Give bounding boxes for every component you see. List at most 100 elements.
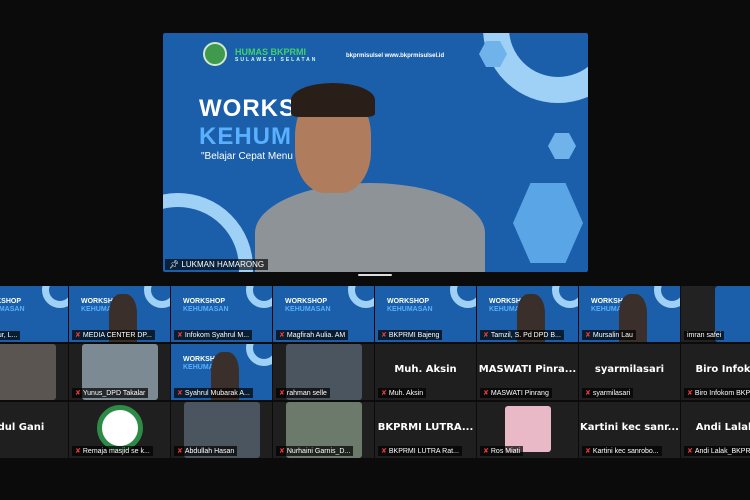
- participant-name-label: ✘ BKPRMI Bajeng: [378, 330, 443, 340]
- mic-muted-icon: ✘: [279, 448, 285, 455]
- participant-name-label: ✘ Biro Infokom BKP: [684, 388, 750, 398]
- participant-tile[interactable]: ✘ Yunus_DPD Takalar: [69, 344, 170, 400]
- humas-logo: HUMAS BKPRMI SULAWESI SELATAN: [235, 47, 318, 63]
- participant-name-label: ✘ Syahrul Mubarak A...: [174, 388, 253, 398]
- participant-name-label: imran safei: [684, 331, 725, 340]
- participant-name-label: ✘ Tamzil, S. Pd DPD B...: [480, 330, 564, 340]
- mic-muted-icon: ✘: [585, 332, 591, 339]
- mic-muted-icon: ✘: [75, 332, 81, 339]
- participant-tile[interactable]: WORKSHOP KEHUMASAN r Mansyur, L...: [0, 286, 68, 342]
- org-logo: [203, 42, 227, 66]
- participant-name-label: ✘ Andi Lalak_BKPR: [684, 446, 750, 456]
- participant-name-label: ✘ BKPRMI LUTRA Rat...: [378, 446, 462, 456]
- decor-ring: [348, 286, 374, 308]
- participant-video: [0, 344, 56, 400]
- participant-tile[interactable]: WORKSHOP KEHUMASAN ✘ Tamzil, S. Pd DPD B..…: [477, 286, 578, 342]
- participant-tile[interactable]: BKPRMI LUTRA... ✘ BKPRMI LUTRA Rat...: [375, 402, 476, 458]
- participant-tile[interactable]: ✘ Nurhaini Garnis_D...: [273, 402, 374, 458]
- participant-tile[interactable]: WORKSHOP KEHUMASAN ✘ Magfirah Aulia. AM: [273, 286, 374, 342]
- participant-tile[interactable]: WORKSHOP KEHUMASAN ✘ Infokom Syahrul M...: [171, 286, 272, 342]
- participant-name-label: r Mansyur, L...: [0, 331, 21, 340]
- participant-display-name: Andi Lalak_B: [695, 422, 750, 433]
- mic-muted-icon: ✘: [483, 390, 489, 397]
- participant-tile[interactable]: WORKSHOP KEHUMASAN ✘ BKPRMI Bajeng: [375, 286, 476, 342]
- participant-name-label: ✘ MEDIA CENTER DP...: [72, 330, 155, 340]
- participant-tile[interactable]: WORKSHOP KEHUMASAN ✘ Mursalin Lau: [579, 286, 680, 342]
- decor-ring: [654, 286, 680, 308]
- decor-ring: [42, 286, 68, 308]
- slide-title: WORKSHOP: [387, 298, 429, 305]
- slide-title: WORKSHOP: [0, 298, 21, 305]
- participant-name-label: ✘ rahman selle: [276, 388, 330, 398]
- decor-ring: [552, 286, 578, 308]
- decor-ring: [450, 286, 476, 308]
- participant-tile[interactable]: WORKSHOP KEHUMASAN ✘ Syahrul Mubarak A...: [171, 344, 272, 400]
- participant-name-label: ✘ Ros Miati: [480, 446, 524, 456]
- mic-muted-icon: ✘: [687, 390, 693, 397]
- participant-name-label: ✘ Infokom Syahrul M...: [174, 330, 253, 340]
- participant-tile[interactable]: Muh. Aksin ✘ Muh. Aksin: [375, 344, 476, 400]
- participant-tile[interactable]: ✘ Remaja masjid se k...: [69, 402, 170, 458]
- participant-display-name: syarmilasari: [594, 364, 665, 375]
- participant-tile[interactable]: Biro Infokom ✘Biro Infokom BKP: [681, 344, 750, 400]
- slide-title: WORKSHOP: [285, 298, 327, 305]
- participant-name-label: ✘ syarmilasari: [582, 388, 634, 398]
- participant-name-label: ✘ Muh. Aksin: [378, 388, 427, 398]
- mic-muted-icon: ✘: [381, 448, 387, 455]
- decor-ring: [246, 286, 272, 308]
- decor-ring: [246, 344, 272, 366]
- mic-muted-icon: ✘: [483, 448, 489, 455]
- active-speaker-video[interactable]: HUMAS BKPRMI SULAWESI SELATAN bkprmisulse…: [163, 33, 588, 272]
- participant-tile[interactable]: ✘ Ros Miati: [477, 402, 578, 458]
- mic-muted-icon: ✘: [585, 390, 591, 397]
- participant-display-name: Biro Infokom: [695, 364, 750, 375]
- participant-display-name: odul Gani: [0, 422, 45, 433]
- participant-tile[interactable]: odul GaniGani: [0, 402, 68, 458]
- participant-name-label: ✘ Yunus_DPD Takalar: [72, 388, 149, 398]
- mic-muted-icon: ✘: [381, 390, 387, 397]
- participant-tile[interactable]: ✘ rahman selle: [273, 344, 374, 400]
- participant-name-label: ✘ Mursalin Lau: [582, 330, 636, 340]
- remaja-masjid-logo: [97, 405, 143, 451]
- slide-title: WORKSHOP: [183, 298, 225, 305]
- decor-ring: [144, 286, 170, 308]
- participant-tile[interactable]: ✘ Abdullah Hasan: [171, 402, 272, 458]
- participant-name-label: ✘ MASWATI Pinrang: [480, 388, 552, 398]
- resize-handle[interactable]: [358, 274, 392, 276]
- participant-tile[interactable]: MASWATI Pinra... ✘ MASWATI Pinrang: [477, 344, 578, 400]
- participant-tile[interactable]: Andi Lalak_B ✘Andi Lalak_BKPR: [681, 402, 750, 458]
- participant-tile[interactable]: imran safei: [681, 286, 750, 342]
- decor-hex: [513, 183, 583, 263]
- slide-subtitle: KEHUM: [199, 123, 292, 150]
- participant-display-name: Muh. Aksin: [394, 364, 457, 375]
- participant-display-name: MASWATI Pinra...: [478, 364, 577, 375]
- slide-subtitle: KEHUMASAN: [183, 306, 229, 313]
- slide-subtitle: KEHUMASAN: [0, 306, 25, 313]
- speaker-name-label: 📌︎ LUKMAN HAMARONG: [165, 259, 269, 270]
- slide-title: WORKS: [199, 95, 296, 122]
- mic-muted-icon: ✘: [177, 390, 183, 397]
- mic-muted-icon: ✘: [687, 448, 693, 455]
- mic-muted-icon: ✘: [585, 448, 591, 455]
- mic-muted-icon: ✘: [177, 332, 183, 339]
- mic-muted-icon: ✘: [75, 390, 81, 397]
- participant-name-label: ✘ Kartini kec sanrobo...: [582, 446, 662, 456]
- mic-muted-icon: ✘: [279, 390, 285, 397]
- pin-icon: 📌︎: [169, 260, 180, 269]
- participant-display-name: BKPRMI LUTRA...: [377, 422, 474, 433]
- participant-name-label: ✘ Abdullah Hasan: [174, 446, 238, 456]
- participant-tile[interactable]: WORKSHOP KEHUMASAN ✘ MEDIA CENTER DP...: [69, 286, 170, 342]
- slide-subtitle: KEHUMASAN: [285, 306, 331, 313]
- speaker-body: [255, 183, 485, 272]
- participant-name-label: ✘ Remaja masjid se k...: [72, 446, 153, 456]
- participant-tile[interactable]: lah Har: [0, 344, 68, 400]
- mic-muted-icon: ✘: [279, 332, 285, 339]
- participant-display-name: Kartini kec sanr...: [580, 422, 679, 433]
- mic-muted-icon: ✘: [177, 448, 183, 455]
- speaker-hair: [291, 83, 375, 117]
- participant-tile[interactable]: syarmilasari ✘ syarmilasari: [579, 344, 680, 400]
- participant-tile[interactable]: Kartini kec sanr... ✘ Kartini kec sanrobo.…: [579, 402, 680, 458]
- decor-hex: [548, 133, 576, 159]
- slide-tagline: "Belajar Cepat Menu: [201, 151, 293, 162]
- participant-name-label: ✘ Nurhaini Garnis_D...: [276, 446, 354, 456]
